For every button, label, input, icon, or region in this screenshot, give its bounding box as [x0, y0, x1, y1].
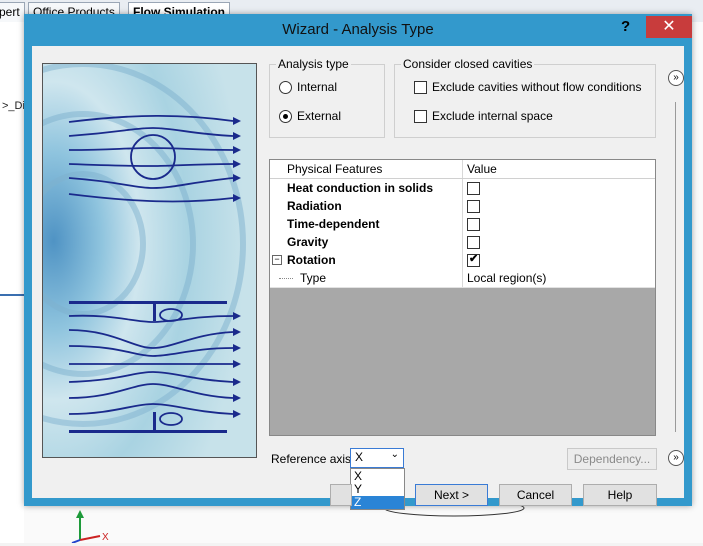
table-row[interactable]: Heat conduction in solids [270, 179, 655, 198]
background-graphics-area: X [24, 499, 703, 544]
back-button[interactable] [330, 484, 352, 506]
collapse-icon[interactable]: − [272, 255, 282, 265]
dialog-title: Wizard - Analysis Type [282, 21, 434, 38]
reference-axis-value: X [355, 450, 364, 464]
expand-right-top-icon[interactable]: » [668, 70, 684, 86]
feature-name: Rotation [287, 253, 336, 267]
radio-internal-button[interactable] [279, 80, 292, 94]
tab-expert[interactable]: pert [0, 2, 25, 22]
close-button[interactable]: ✕ [646, 16, 692, 38]
reference-axis-dropdown: X Y Z [350, 468, 405, 510]
feature-name: Heat conduction in solids [287, 181, 434, 195]
cancel-button[interactable]: Cancel [499, 484, 572, 506]
table-row[interactable]: − Rotation ✔ [270, 251, 655, 270]
column-separator [462, 269, 463, 287]
analysis-type-group: Analysis type Internal External [269, 57, 385, 138]
wizard-dialog: Wizard - Analysis Type ? ✕ Analysis type… [24, 14, 692, 510]
background-tree-item[interactable]: >_Di [2, 100, 25, 112]
radio-external-label: External [297, 109, 342, 123]
next-button[interactable]: Next > [415, 484, 488, 506]
rotation-type-value[interactable]: Local region(s) [467, 269, 546, 287]
header-physical-features: Physical Features [287, 162, 383, 176]
closed-cavities-legend: Consider closed cavities [401, 57, 535, 71]
help-question-button[interactable]: ? [621, 18, 630, 35]
radiation-checkbox[interactable] [467, 200, 480, 213]
table-row[interactable]: Radiation [270, 197, 655, 216]
reference-axis-select[interactable]: X ⌄ [350, 448, 404, 468]
exclude-internal-space-checkbox[interactable]: Exclude internal space [414, 109, 553, 123]
column-separator [462, 215, 463, 233]
gravity-checkbox[interactable] [467, 236, 480, 249]
radio-external-button[interactable] [279, 109, 292, 123]
tree-connector [279, 278, 293, 279]
flow-illustration [42, 63, 257, 458]
feature-name: Time-dependent [287, 217, 380, 231]
sub-feature-name: Type [300, 271, 327, 285]
table-row[interactable]: Type Local region(s) [270, 269, 655, 288]
exclude-internal-space-box[interactable] [414, 109, 427, 123]
column-separator [462, 233, 463, 251]
help-button[interactable]: Help [583, 484, 657, 506]
background-right-area [692, 22, 703, 506]
feature-name: Radiation [287, 199, 342, 213]
heat-conduction-checkbox[interactable] [467, 182, 480, 195]
physical-features-table: Physical Features Value Heat conduction … [269, 159, 656, 436]
reference-axis-label: Reference axis: [271, 452, 355, 466]
closed-cavities-group: Consider closed cavities Exclude cavitie… [394, 57, 656, 138]
table-row[interactable]: Time-dependent [270, 215, 655, 234]
analysis-type-legend: Analysis type [276, 57, 351, 71]
radio-external[interactable]: External [279, 109, 341, 123]
table-row[interactable]: Gravity [270, 233, 655, 252]
table-header: Physical Features Value [270, 160, 655, 179]
column-separator [462, 251, 463, 269]
column-separator [462, 197, 463, 215]
exclude-cavities-checkbox[interactable]: Exclude cavities without flow conditions [414, 80, 641, 94]
background-divider [0, 294, 24, 296]
exclude-internal-space-label: Exclude internal space [432, 109, 553, 123]
radio-internal[interactable]: Internal [279, 80, 337, 94]
chevron-down-icon: ⌄ [390, 449, 399, 460]
axis-option-z[interactable]: Z [351, 496, 404, 509]
dialog-client-area: Analysis type Internal External Consider… [32, 46, 684, 510]
exclude-cavities-label: Exclude cavities without flow conditions [432, 80, 642, 94]
rotation-checkbox[interactable]: ✔ [467, 253, 480, 267]
column-separator [462, 179, 463, 197]
checkmark-icon: ✔ [469, 253, 479, 265]
feature-name: Gravity [287, 235, 329, 249]
column-separator [462, 160, 463, 178]
exclude-cavities-box[interactable] [414, 80, 427, 94]
time-dependent-checkbox[interactable] [467, 218, 480, 231]
background-left-panel: >_Di [0, 22, 25, 543]
panel-divider [675, 102, 676, 432]
expand-right-bottom-icon[interactable]: » [668, 450, 684, 466]
svg-text:X: X [102, 532, 109, 543]
triad-axis-icon: X [71, 499, 525, 544]
dependency-button[interactable]: Dependency... [567, 448, 657, 470]
radio-internal-label: Internal [297, 80, 338, 94]
header-value: Value [467, 162, 497, 176]
